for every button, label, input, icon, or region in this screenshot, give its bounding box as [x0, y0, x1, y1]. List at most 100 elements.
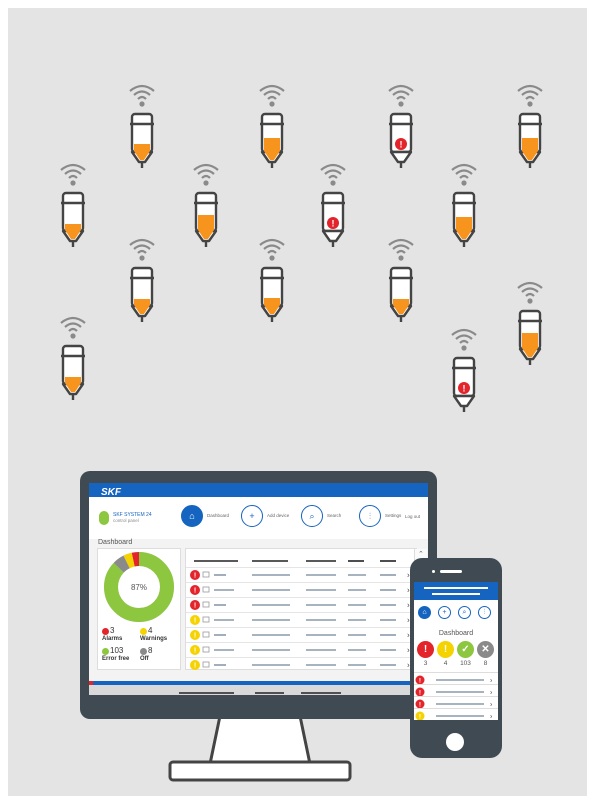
warnings-count: 4 Warnings — [140, 626, 178, 649]
phone-bar-line — [432, 593, 480, 595]
table-row[interactable]: ! › — [186, 582, 416, 597]
desktop-monitor: SKF Log out SKF SYSTEM 24 control panel … — [80, 471, 437, 719]
brand-subtitle: control panel — [113, 518, 139, 523]
nav-label: Settings — [385, 513, 402, 518]
svg-text:!: ! — [194, 603, 196, 610]
nav-settings[interactable]: ⫶ Settings — [359, 505, 411, 529]
lubricator-device: ! — [312, 157, 354, 267]
smartphone: ⌂ + ⌕ ⫶ Dashboard ! 3! 4 ✓ 103 ✕ 8 ! › ! › ! ›… — [410, 558, 502, 758]
status-donut: 87% — [104, 552, 174, 622]
warnings-label: Warnings — [140, 636, 168, 642]
lubricator-device — [185, 157, 227, 267]
wifi-signal-icon — [193, 163, 219, 247]
off-label: Off — [140, 656, 149, 662]
lubricator-device — [52, 157, 94, 267]
phone-top-bar — [414, 582, 498, 600]
wifi-signal-icon — [259, 84, 285, 168]
phone-nav-settings[interactable]: ⫶ — [478, 606, 491, 619]
phone-home-button[interactable] — [446, 733, 464, 751]
plus-icon: + — [241, 505, 263, 527]
alarms-num: 3 — [110, 626, 115, 635]
lubricator-device: ! — [380, 78, 422, 188]
wifi-signal-icon — [60, 163, 86, 247]
phone-section-title: Dashboard — [438, 630, 474, 637]
phone-status-badge: ! — [417, 641, 434, 658]
table-row[interactable]: ! › — [186, 642, 416, 657]
wifi-signal-icon: ! — [320, 163, 346, 247]
table-row[interactable]: ! › — [186, 627, 416, 642]
off-count: 8 Off — [140, 646, 178, 669]
lubricator-device — [443, 157, 485, 267]
alarm-dot — [102, 628, 109, 635]
phone-bar-line — [424, 587, 488, 589]
error-free-count: 103 Error free — [102, 646, 140, 669]
wifi-signal-icon — [388, 238, 414, 322]
svg-text:›: › — [490, 714, 493, 721]
nav-search[interactable]: ⌕ Search — [301, 505, 351, 529]
footer-lines — [179, 692, 341, 694]
nav-dashboard[interactable]: ⌂ Dashboard — [181, 505, 237, 529]
phone-status-badge: ✕ — [477, 641, 494, 658]
error-free-num: 103 — [110, 646, 124, 655]
wifi-signal-icon — [259, 238, 285, 322]
wifi-signal-icon — [517, 84, 543, 168]
search-icon: ⌕ — [301, 505, 323, 527]
lubricator-device — [52, 310, 94, 420]
chevron-up-icon[interactable]: ⌃ — [418, 550, 424, 558]
table-row[interactable]: ! › — [186, 567, 416, 582]
phone-nav-add[interactable]: + — [438, 606, 451, 619]
device-table: ! › ! › ! › ! › ! › ! › ! › — [185, 548, 417, 670]
phone-status-count: 4 — [443, 660, 448, 667]
wifi-signal-icon: ! — [451, 328, 477, 412]
lubricator-device: ! — [443, 322, 485, 432]
nav-label: Add device — [267, 513, 290, 518]
off-dot — [140, 648, 147, 655]
phone-status-count: 103 — [460, 660, 471, 667]
table-row[interactable]: ! › — [186, 657, 416, 672]
desktop-screen: SKF Log out SKF SYSTEM 24 control panel … — [89, 483, 428, 695]
lubricator-device — [509, 275, 551, 385]
phone-nav-search[interactable]: ⌕ — [458, 606, 471, 619]
off-num: 8 — [148, 646, 153, 655]
svg-text:!: ! — [194, 573, 196, 580]
settings-icon: ⫶ — [359, 505, 381, 527]
wifi-signal-icon — [517, 281, 543, 365]
svg-text:!: ! — [332, 219, 335, 229]
phone-screen: ⌂ + ⌕ ⫶ Dashboard ! 3! 4 ✓ 103 ✕ 8 ! › ! › ! ›… — [414, 582, 498, 720]
table-row[interactable]: ! › — [186, 597, 416, 612]
dashboard-icon: ⌂ — [181, 505, 203, 527]
lubricator-device — [509, 78, 551, 188]
nav-label: Search — [327, 513, 342, 518]
phone-speaker — [440, 570, 462, 573]
ok-dot — [102, 648, 109, 655]
wifi-signal-icon: ! — [388, 84, 414, 168]
lubricator-device — [251, 232, 293, 342]
phone-nav-dashboard[interactable]: ⌂ — [418, 606, 431, 619]
svg-text:!: ! — [419, 714, 421, 721]
wifi-signal-icon — [129, 84, 155, 168]
table-row[interactable]: ! › — [186, 612, 416, 627]
phone-status-badge: ✓ — [457, 641, 474, 658]
phone-list-item[interactable]: ! › — [414, 708, 498, 720]
phone-camera — [432, 570, 435, 573]
svg-text:!: ! — [194, 633, 196, 640]
section-title: Dashboard — [98, 539, 133, 546]
svg-text:!: ! — [463, 384, 466, 394]
status-gauge-card: 87% 3 Alarms 4 Warnings 103 Error free 8… — [97, 548, 181, 670]
svg-text:!: ! — [194, 648, 196, 655]
svg-text:!: ! — [194, 588, 196, 595]
wifi-signal-icon — [451, 163, 477, 247]
app-header: Log out SKF SYSTEM 24 control panel ⌂ Da… — [89, 497, 428, 539]
lubricator-device — [121, 232, 163, 342]
gauge-percent: 87% — [131, 583, 147, 592]
phone-status-count: 3 — [423, 660, 428, 667]
warnings-num: 4 — [148, 626, 153, 635]
phone-status-badge: ! — [437, 641, 454, 658]
lubricator-brand-icon — [99, 511, 109, 525]
warning-dot — [140, 628, 147, 635]
nav-add-device[interactable]: + Add device — [241, 505, 297, 529]
error-free-label: Error free — [102, 656, 130, 662]
svg-text:!: ! — [194, 663, 196, 670]
svg-text:!: ! — [400, 140, 403, 150]
wifi-signal-icon — [129, 238, 155, 322]
